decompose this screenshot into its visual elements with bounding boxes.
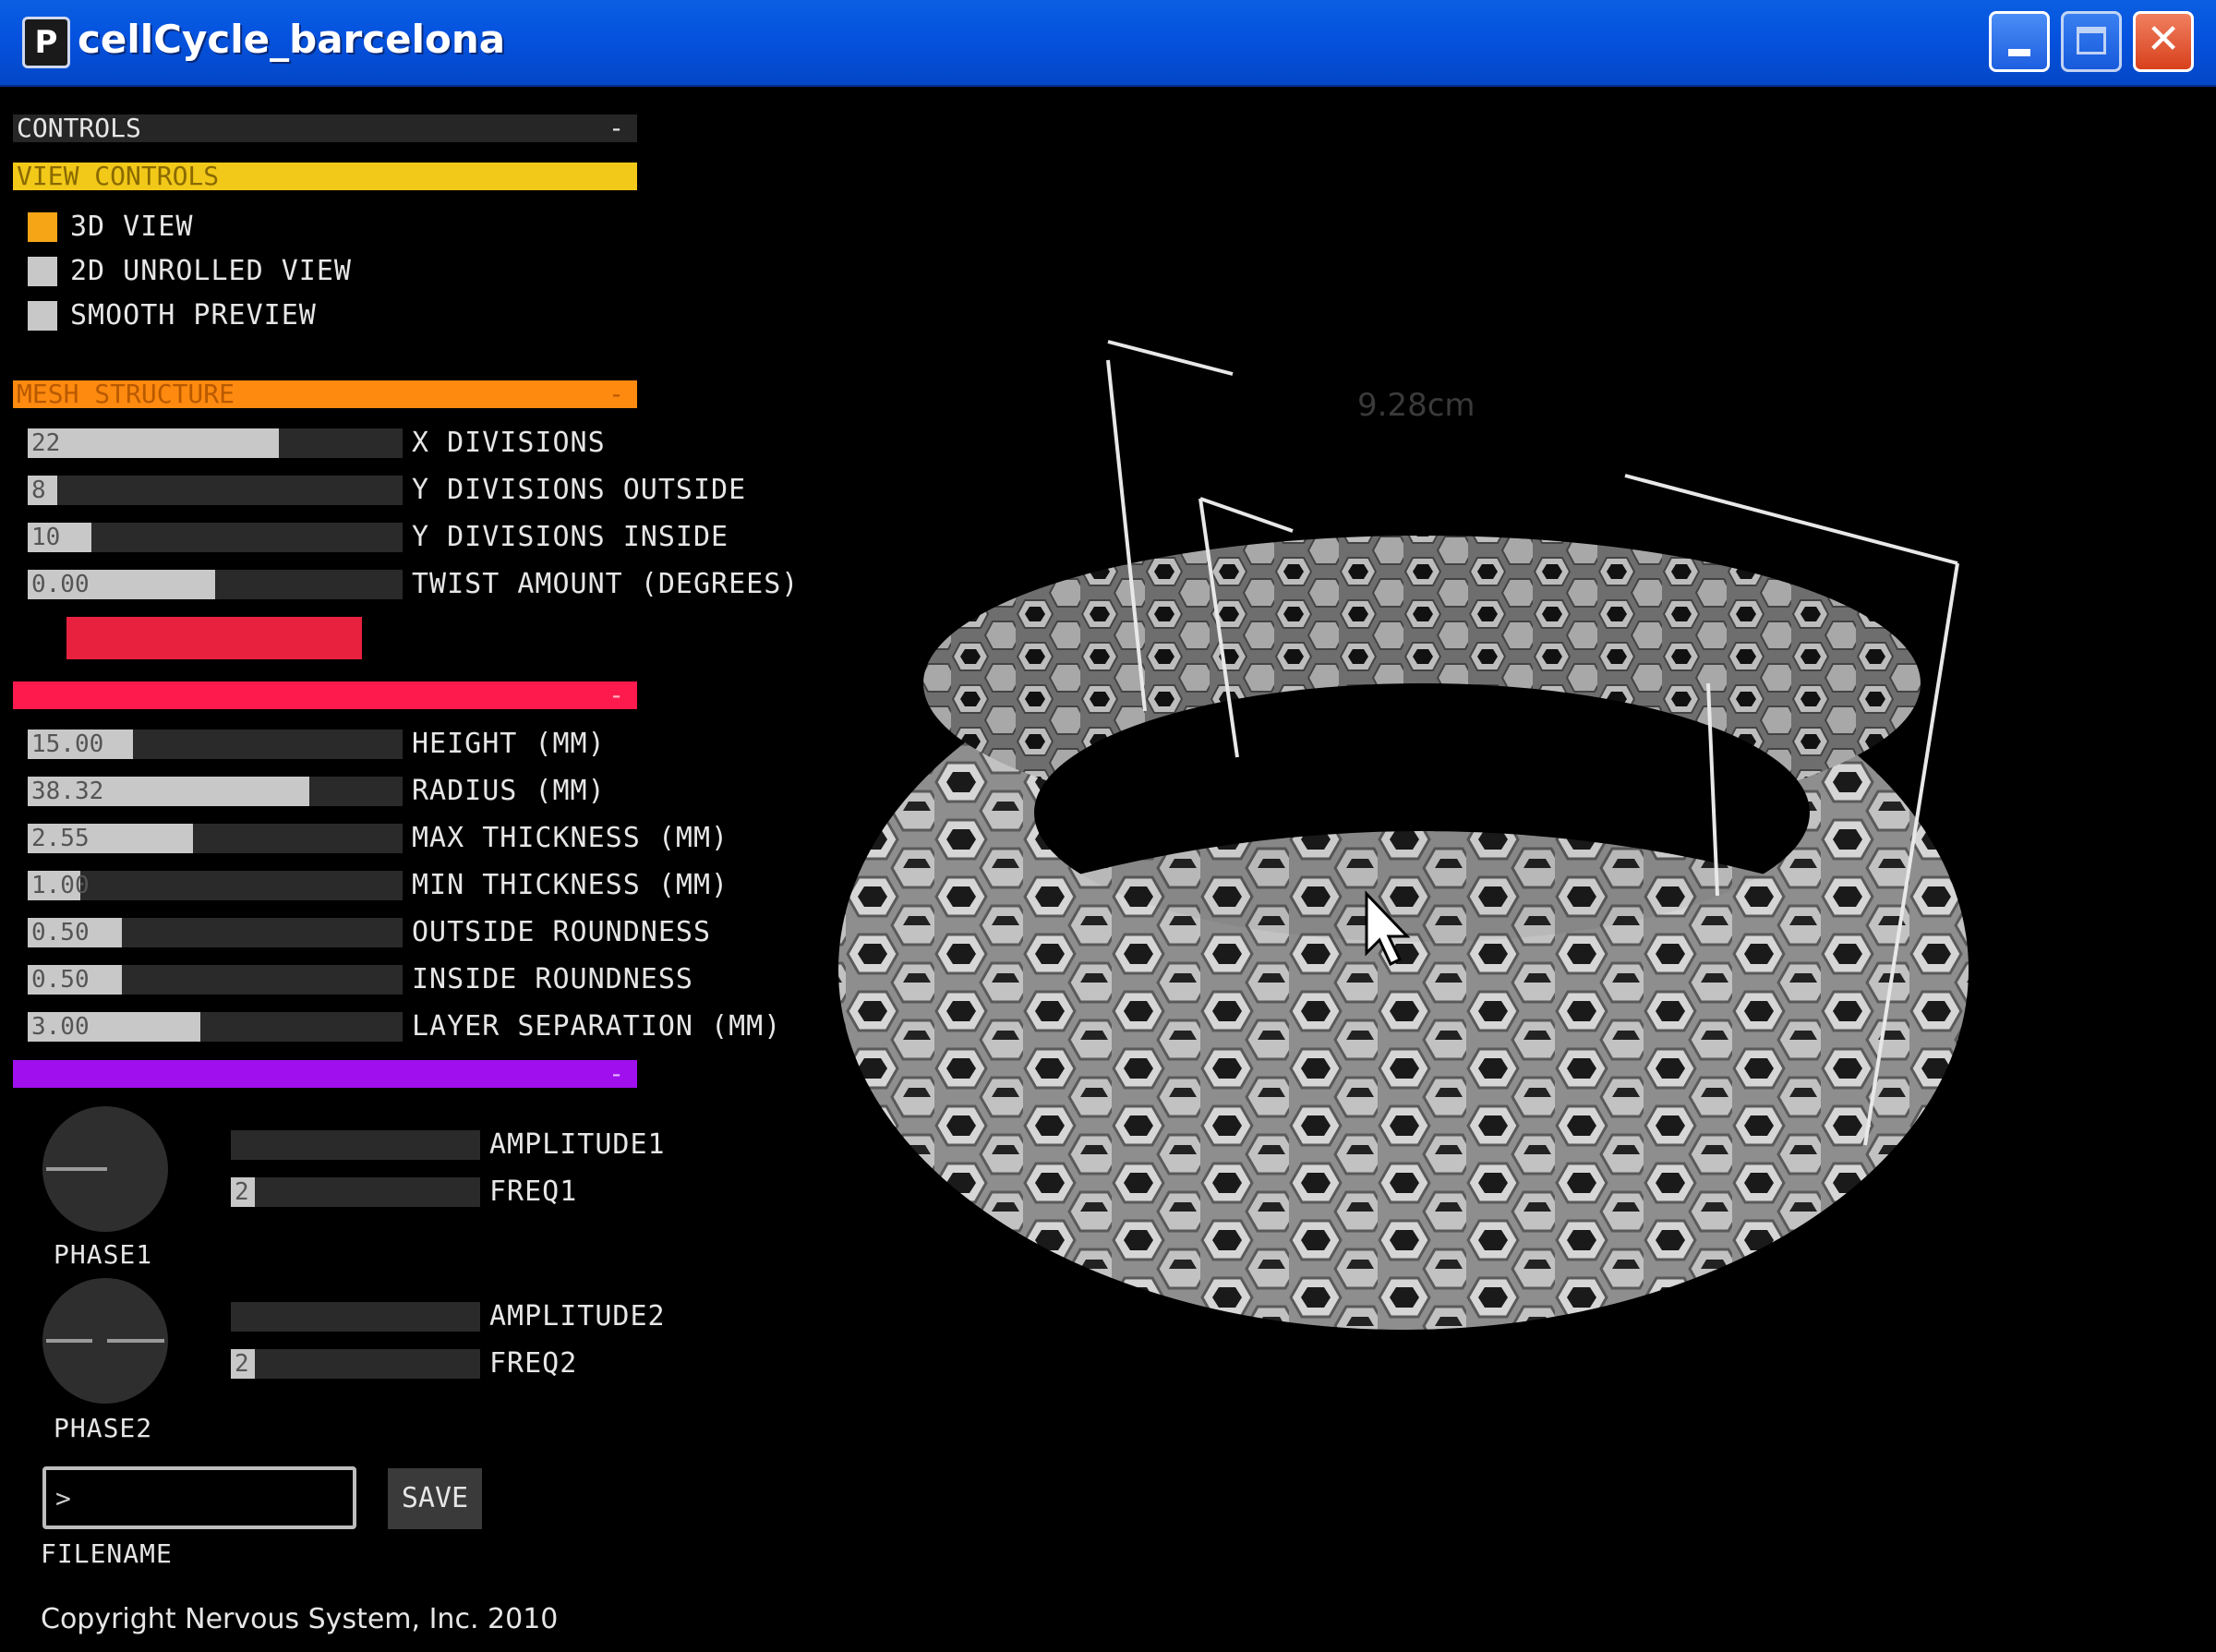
slider-label: MAX THICKNESS (MM) (412, 822, 729, 854)
minimize-icon (2008, 49, 2030, 56)
slider-inside-roundness[interactable]: 0.50 (28, 965, 403, 995)
slider-max-thickness[interactable]: 2.55 (28, 824, 403, 853)
mesh-structure-label: MESH STRUCTURE (17, 379, 235, 409)
slider-min-thickness[interactable]: 1.00 (28, 871, 403, 900)
slider-value: 3.00 (31, 1013, 90, 1041)
measurement-label: 9.28cm (1357, 387, 1475, 424)
dimensions-header[interactable]: - (13, 681, 637, 709)
slider-value: 0.50 (31, 966, 90, 994)
collapse-icon[interactable]: - (608, 1060, 624, 1088)
slider-label: Y DIVISIONS OUTSIDE (412, 474, 747, 506)
slider-value: 2 (235, 1178, 249, 1206)
slider-value: 0.00 (31, 571, 90, 598)
slider-value: 2.55 (31, 825, 90, 852)
slider-label: RADIUS (MM) (412, 775, 606, 807)
slider-y-divisions-outside[interactable]: 8 (28, 476, 403, 505)
slider-height[interactable]: 15.00 (28, 730, 403, 759)
slider-freq1[interactable]: 2 (231, 1177, 480, 1207)
slider-y-divisions-inside[interactable]: 10 (28, 523, 403, 552)
slider-value: 38.32 (31, 778, 104, 805)
collapse-icon[interactable]: - (608, 380, 624, 408)
save-button[interactable]: SAVE (388, 1468, 482, 1529)
slider-label: HEIGHT (MM) (412, 728, 606, 760)
slider-label: OUTSIDE ROUNDNESS (412, 916, 712, 948)
measure-line (1624, 474, 1958, 565)
freq2-label: FREQ2 (489, 1347, 578, 1380)
phase1-label: PHASE1 (54, 1239, 153, 1270)
slider-label: Y DIVISIONS INSIDE (412, 521, 729, 553)
view-controls-label: VIEW CONTROLS (17, 161, 220, 191)
checkbox-smooth-preview[interactable] (28, 301, 57, 331)
slider-value: 10 (31, 524, 61, 551)
title-bar[interactable]: P cellCycle_barcelona ✕ (0, 0, 2216, 87)
measure-line (1107, 340, 1234, 376)
processing-app-icon: P (22, 17, 70, 68)
slider-value: 2 (235, 1350, 249, 1378)
maximize-icon (2077, 27, 2106, 54)
measure-line (1199, 497, 1294, 533)
minimize-button[interactable] (1989, 11, 2050, 72)
window-title: cellCycle_barcelona (78, 17, 506, 62)
slider-label: INSIDE ROUNDNESS (412, 963, 693, 995)
freq1-label: FREQ1 (489, 1176, 578, 1208)
close-button[interactable]: ✕ (2133, 11, 2194, 72)
close-icon: ✕ (2146, 16, 2181, 63)
controls-header[interactable]: CONTROLS - (13, 115, 637, 142)
slider-value: 22 (31, 429, 61, 457)
app-window: P cellCycle_barcelona ✕ CONTROLS - VIEW … (0, 0, 2216, 1652)
mesh-structure-header[interactable]: MESH STRUCTURE - (13, 380, 637, 408)
slider-x-divisions[interactable]: 22 (28, 428, 403, 458)
slider-layer-separation[interactable]: 3.00 (28, 1012, 403, 1042)
amplitude1-label: AMPLITUDE1 (489, 1128, 666, 1161)
knob-indicator (107, 1339, 164, 1343)
slider-value: 8 (31, 476, 46, 504)
checkbox-3d-view[interactable] (28, 212, 57, 242)
slider-value: 0.50 (31, 919, 90, 947)
checkbox-3d-view-label: 3D VIEW (70, 211, 194, 243)
checkbox-2d-unrolled-view[interactable] (28, 257, 57, 286)
slider-radius[interactable]: 38.32 (28, 777, 403, 806)
controls-header-label: CONTROLS (17, 113, 141, 143)
slider-value: 1.00 (31, 872, 90, 899)
slider-twist-amount[interactable]: 0.00 (28, 570, 403, 599)
collapse-icon[interactable]: - (608, 115, 624, 142)
knob-indicator (46, 1339, 92, 1343)
checkbox-smooth-preview-label: SMOOTH PREVIEW (70, 299, 317, 332)
slider-amplitude2[interactable] (231, 1302, 480, 1332)
phase2-knob[interactable] (42, 1278, 168, 1404)
view-controls-header[interactable]: VIEW CONTROLS (13, 163, 637, 190)
wave-header[interactable]: - (13, 1060, 637, 1088)
slider-amplitude1[interactable] (231, 1130, 480, 1160)
slider-label: MIN THICKNESS (MM) (412, 869, 729, 901)
copyright-text: Copyright Nervous System, Inc. 2010 (41, 1603, 559, 1635)
phase2-label: PHASE2 (54, 1413, 153, 1443)
phase1-knob[interactable] (42, 1106, 168, 1232)
slider-fill (28, 428, 280, 458)
3d-viewport[interactable]: 9.28cm (757, 295, 2050, 1496)
slider-outside-roundness[interactable]: 0.50 (28, 918, 403, 947)
slider-value: 15.00 (31, 730, 104, 758)
amplitude2-label: AMPLITUDE2 (489, 1300, 666, 1332)
slider-label: X DIVISIONS (412, 427, 606, 459)
mesh-action-button[interactable] (66, 617, 362, 659)
slider-label: TWIST AMOUNT (DEGREES) (412, 568, 800, 600)
slider-label: LAYER SEPARATION (MM) (412, 1010, 782, 1043)
filename-input[interactable]: > (42, 1466, 356, 1529)
knob-indicator (46, 1167, 107, 1171)
slider-freq2[interactable]: 2 (231, 1349, 480, 1379)
maximize-button[interactable] (2061, 11, 2122, 72)
filename-label: FILENAME (41, 1538, 173, 1569)
collapse-icon[interactable]: - (608, 681, 624, 709)
checkbox-2d-unrolled-view-label: 2D UNROLLED VIEW (70, 255, 352, 287)
